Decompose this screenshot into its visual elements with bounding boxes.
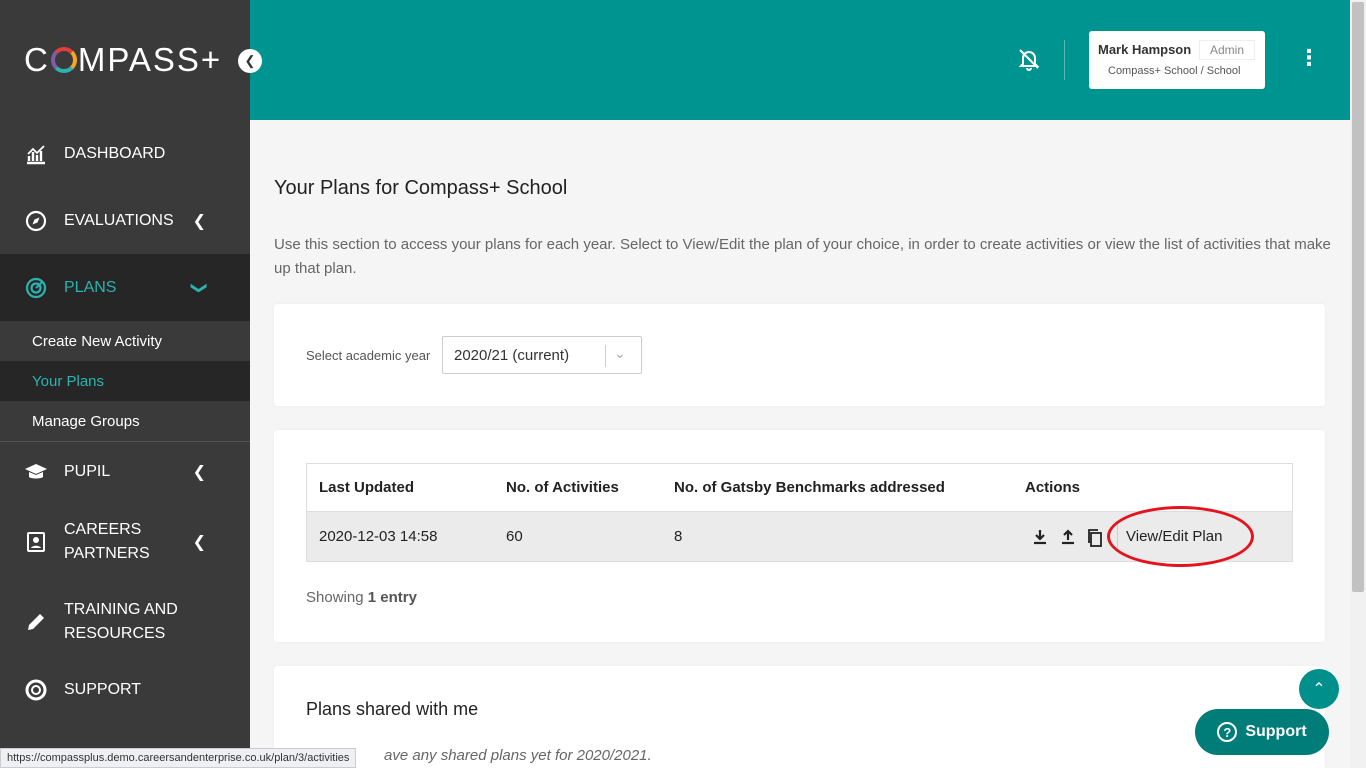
pencil-icon xyxy=(24,610,48,634)
user-org-type: / School xyxy=(1200,65,1241,77)
scrollbar-thumb[interactable] xyxy=(1352,2,1364,592)
page-scrollbar[interactable] xyxy=(1350,0,1366,768)
nav-label-line2: PARTNERS xyxy=(64,545,150,562)
chevron-up-icon: ⌃ xyxy=(1312,681,1326,698)
nav-label: CAREERS PARTNERS xyxy=(64,518,150,566)
user-name: Mark Hampson xyxy=(1098,42,1192,57)
chevron-left-icon: ❮ xyxy=(192,534,206,551)
nav-careers-partners[interactable]: CAREERS PARTNERS ❮ xyxy=(0,502,250,582)
subnav-your-plans[interactable]: Your Plans xyxy=(0,361,250,401)
compass-icon xyxy=(24,209,48,233)
user-card[interactable]: Mark Hampson Admin Compass+ School / Sch… xyxy=(1089,31,1265,89)
user-role-badge: Admin xyxy=(1199,40,1256,60)
cell-last-updated: 2020-12-03 14:58 xyxy=(319,528,438,545)
nav-label: TRAINING AND RESOURCES xyxy=(64,598,178,646)
browser-status-url: https://compassplus.demo.careersandenter… xyxy=(0,748,357,768)
chart-icon xyxy=(24,142,48,166)
page-title: Your Plans for Compass+ School xyxy=(274,177,568,199)
more-menu-icon[interactable]: ⋮ xyxy=(1298,46,1320,70)
logo-ring-icon xyxy=(50,47,77,73)
plans-table-card: Last Updated No. of Activities No. of Ga… xyxy=(274,430,1325,642)
notifications-off-icon[interactable] xyxy=(1016,46,1042,72)
subnav-manage-groups[interactable]: Manage Groups xyxy=(0,401,250,441)
nav-label: SUPPORT xyxy=(64,681,142,698)
contact-card-icon xyxy=(24,530,48,554)
subnav-create-activity[interactable]: Create New Activity xyxy=(0,321,250,361)
nav-dashboard[interactable]: DASHBOARD xyxy=(0,120,250,187)
back-to-top-button[interactable]: ⌃ xyxy=(1299,669,1339,709)
target-icon xyxy=(24,276,48,300)
chevron-left-icon: ❮ xyxy=(244,53,256,68)
table-entry-count: Showing 1 entry xyxy=(306,589,417,606)
user-org-name: Compass+ School xyxy=(1108,65,1198,77)
topbar-divider xyxy=(1064,40,1065,80)
cell-benchmarks: 8 xyxy=(674,528,683,545)
chevron-down-icon: ⌄ xyxy=(614,345,626,361)
support-label: Support xyxy=(1245,723,1307,740)
plans-table: Last Updated No. of Activities No. of Ga… xyxy=(306,463,1293,562)
nav-label: PLANS xyxy=(64,278,117,296)
shared-plans-message: ave any shared plans yet for 2020/2021. xyxy=(384,747,652,764)
copy-icon[interactable] xyxy=(1086,528,1104,547)
nav-evaluations[interactable]: EVALUATIONS ❮ xyxy=(0,187,250,254)
download-icon[interactable] xyxy=(1031,528,1049,546)
plans-subnav: Create New Activity Your Plans Manage Gr… xyxy=(0,321,250,442)
academic-year-filter-card: Select academic year 2020/21 (current) ⌄ xyxy=(274,304,1325,406)
nav-label: DASHBOARD xyxy=(64,144,166,162)
academic-year-value: 2020/21 (current) xyxy=(454,347,570,364)
header-actions: Actions xyxy=(1025,479,1081,496)
collapse-sidebar-button[interactable]: ❮ xyxy=(238,49,262,73)
help-icon: ? xyxy=(1217,722,1238,742)
academic-year-label: Select academic year xyxy=(306,348,431,363)
nav-support[interactable]: SUPPORT xyxy=(0,662,250,718)
logo-text-left: C xyxy=(24,41,50,78)
nav-label-line1: TRAINING AND xyxy=(64,601,178,618)
view-edit-plan-button[interactable]: View/Edit Plan xyxy=(1117,521,1230,551)
chevron-left-icon: ❮ xyxy=(192,212,206,230)
nav-training-resources[interactable]: TRAINING AND RESOURCES xyxy=(0,582,250,662)
nav-label: PUPIL xyxy=(64,463,111,480)
chevron-left-icon: ❮ xyxy=(192,464,206,481)
shared-plans-card: Plans shared with me ave any shared plan… xyxy=(274,666,1325,768)
support-button[interactable]: ? Support xyxy=(1195,709,1329,755)
table-row: 2020-12-03 14:58 60 8 View/Edit Plan xyxy=(307,512,1292,561)
chevron-down-icon: ❯ xyxy=(190,280,208,295)
nav-label: EVALUATIONS xyxy=(64,211,174,229)
header-benchmarks[interactable]: No. of Gatsby Benchmarks addressed xyxy=(674,464,945,511)
select-separator xyxy=(605,345,606,367)
logo-text-right: MPASS+ xyxy=(77,41,223,78)
lifebuoy-icon xyxy=(24,678,48,702)
showing-count: 1 entry xyxy=(367,589,417,606)
upload-icon[interactable] xyxy=(1059,528,1077,546)
showing-prefix: Showing xyxy=(306,589,364,606)
academic-year-select[interactable]: 2020/21 (current) ⌄ xyxy=(442,336,642,374)
cell-activities: 60 xyxy=(506,528,523,545)
user-org: Compass+ School / School xyxy=(1108,65,1240,77)
graduation-cap-icon xyxy=(24,460,48,484)
nav-plans[interactable]: PLANS ❯ xyxy=(0,254,250,321)
nav-label-line2: RESOURCES xyxy=(64,625,166,642)
compass-logo[interactable]: C MPASS+ xyxy=(24,40,222,80)
shared-plans-title: Plans shared with me xyxy=(306,699,479,719)
main-nav: DASHBOARD EVALUATIONS ❮ PLANS ❯ Create N… xyxy=(0,120,250,718)
header-activities[interactable]: No. of Activities xyxy=(506,464,619,511)
nav-pupil[interactable]: PUPIL ❮ xyxy=(0,442,250,502)
sidebar: C MPASS+ DASHBOARD EVALUATIONS ❮ PLANS ❯… xyxy=(0,0,250,768)
header-last-updated[interactable]: Last Updated xyxy=(319,464,414,511)
page-description: Use this section to access your plans fo… xyxy=(274,236,1331,277)
nav-label-line1: CAREERS xyxy=(64,521,142,538)
table-header: Last Updated No. of Activities No. of Ga… xyxy=(307,464,1292,512)
